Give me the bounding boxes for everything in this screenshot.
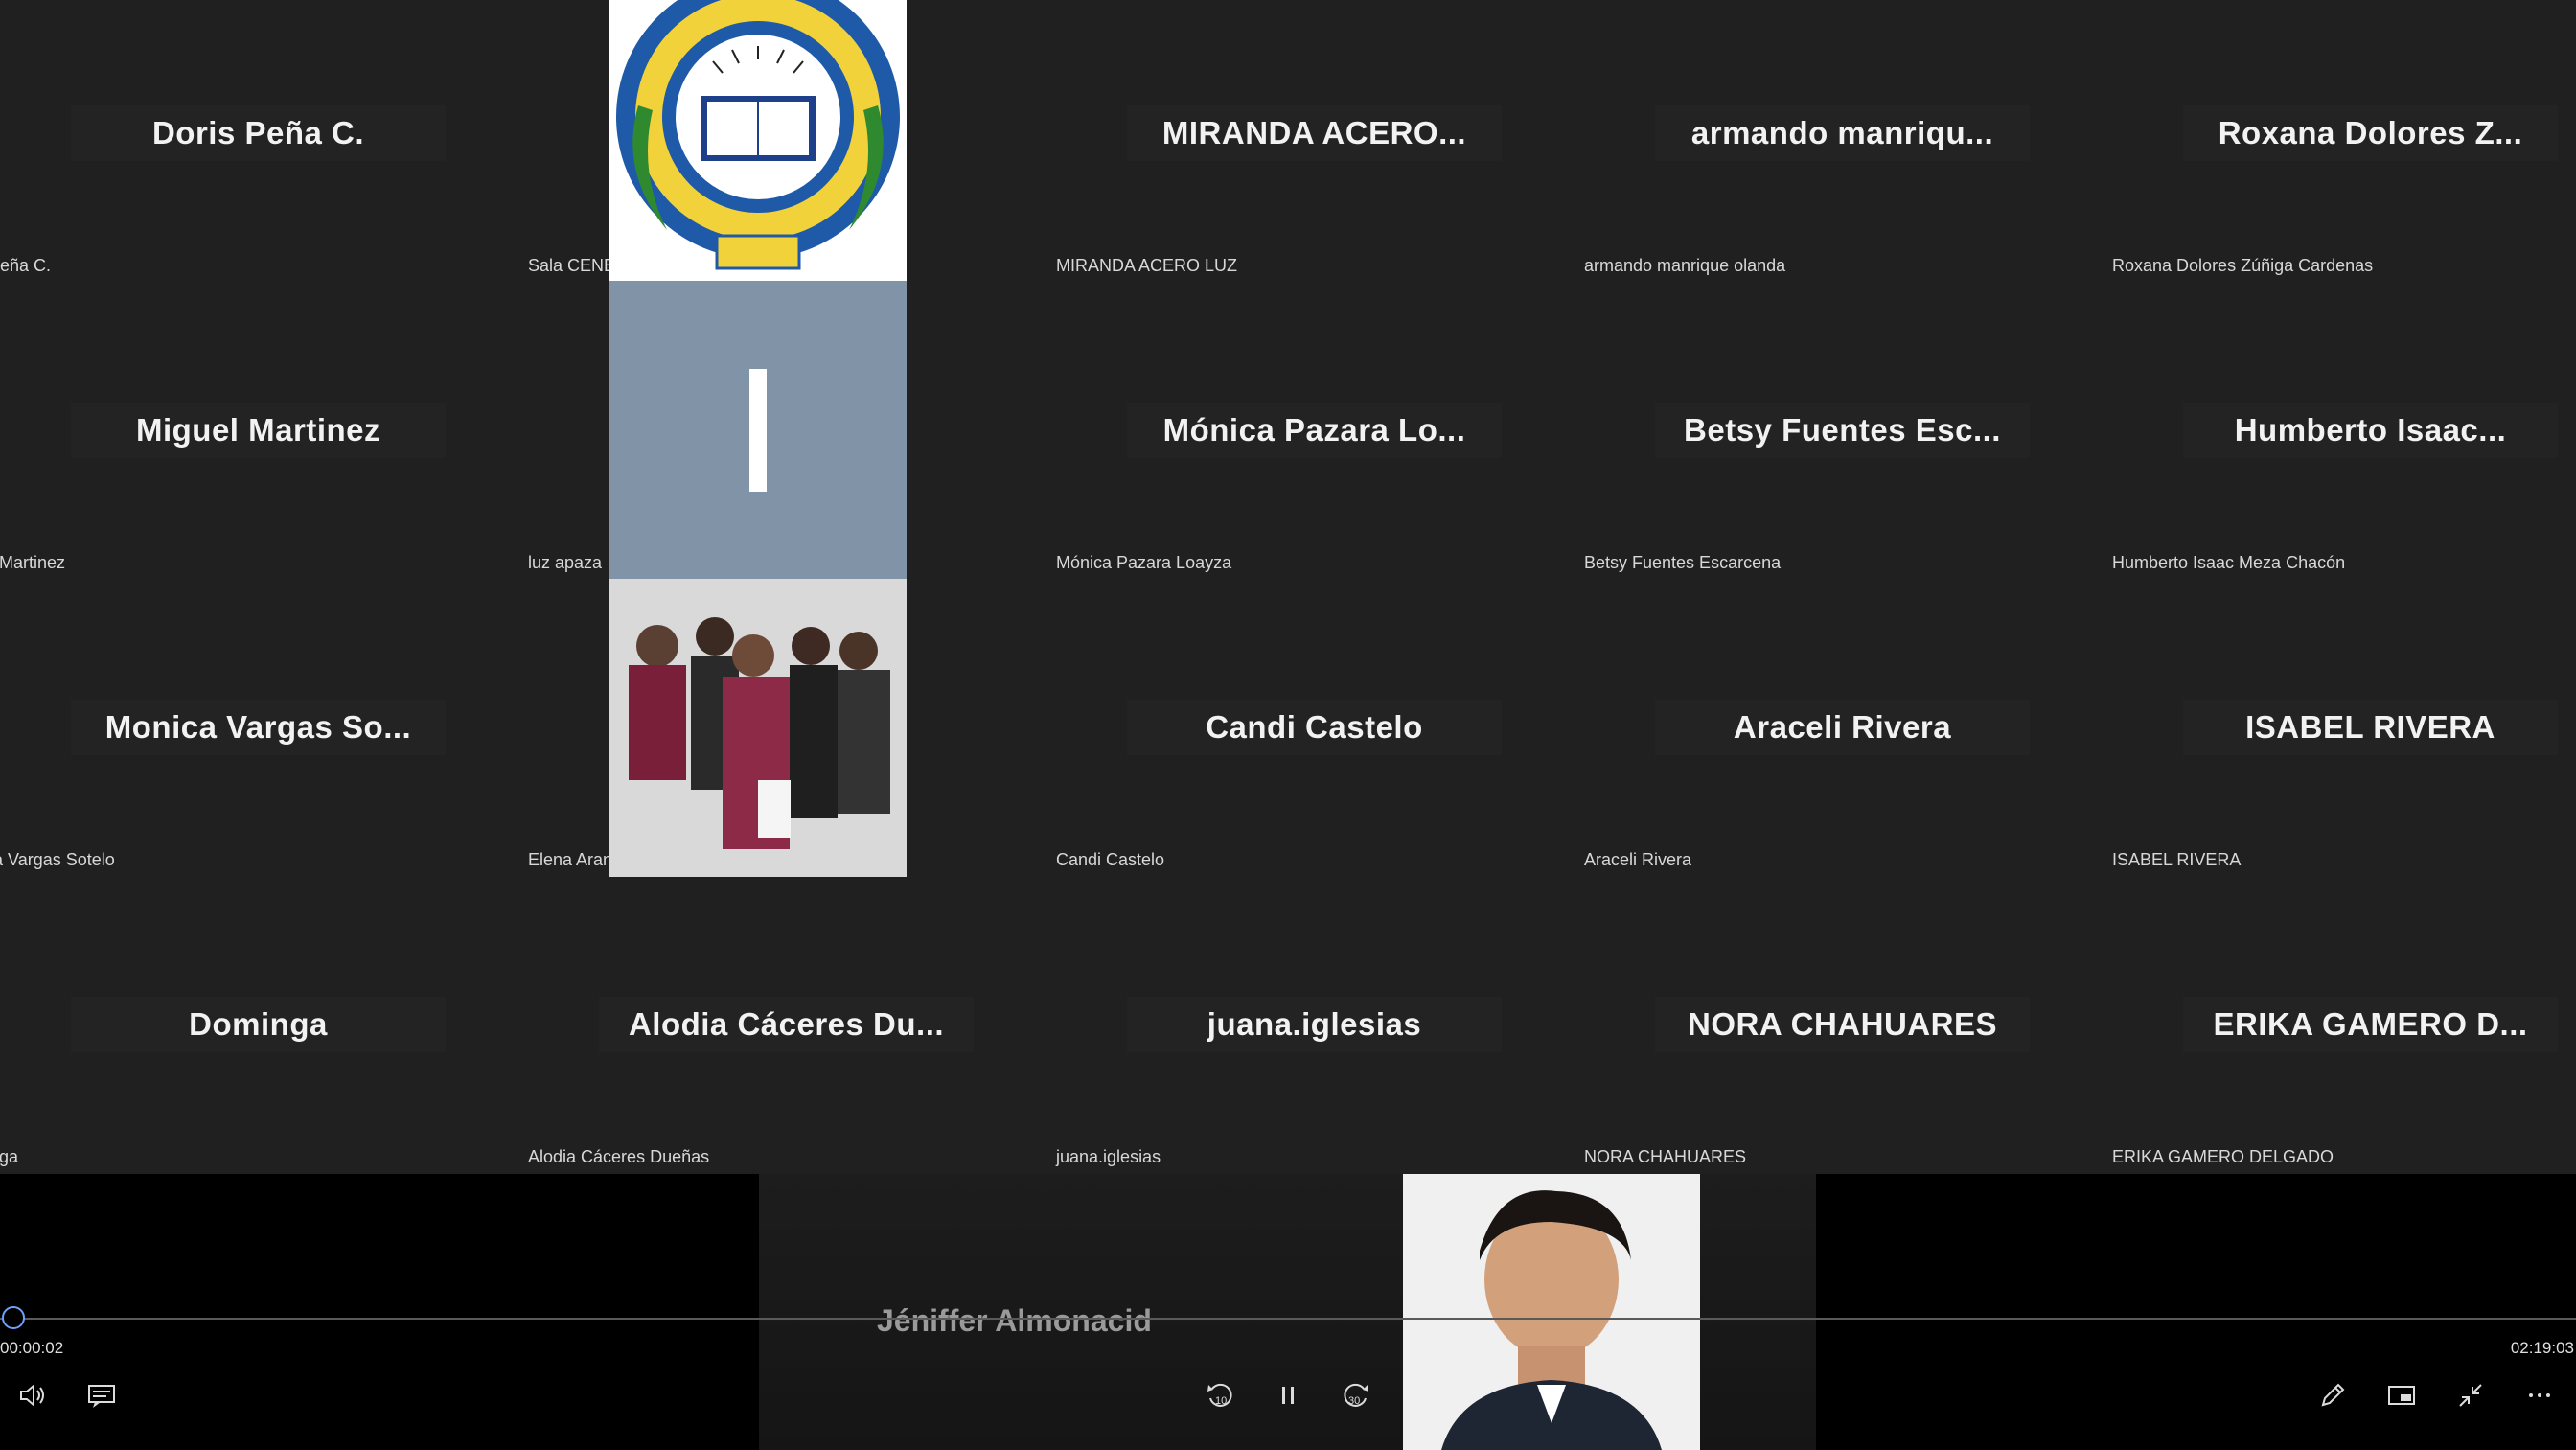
seek-handle[interactable] [2,1306,25,1329]
pause-icon [1282,1387,1294,1404]
participant-label: armando manrique olanda [1584,256,1786,275]
participant-tile[interactable]: Miguel Martinez uel Martinez [0,297,522,594]
participant-tile[interactable]: Mónica Pazara Lo... Mónica Pazara Loayza [1050,297,1578,594]
group-photo-video [610,579,907,877]
participant-display-name: armando manriqu... [1655,105,2030,161]
miniplayer-icon [2388,1386,2415,1405]
participant-tile[interactable]: armando manriqu... armando manrique olan… [1578,0,2106,297]
duration-time: 02:19:03 [2510,1339,2574,1357]
more-options-button[interactable] [2520,1376,2559,1415]
participant-tile[interactable]: Dominga minga [0,891,522,1188]
active-speaker-name: Jéniffer Almonacid [877,1303,1152,1338]
participant-tile[interactable]: Roxana Dolores Z... Roxana Dolores Zúñig… [2106,0,2576,297]
participant-tile[interactable]: Monica Vargas So... nica Vargas Sotelo [0,594,522,891]
participant-label: Mónica Pazara Loayza [1056,553,1232,572]
participant-tile[interactable]: Doris Peña C. is Peña C. [0,0,522,297]
forward-30-icon: 30 [1344,1383,1368,1407]
participant-label: Betsy Fuentes Escarcena [1584,553,1782,572]
participant-tile[interactable]: ERIKA GAMERO D... ERIKA GAMERO DELGADO [2106,891,2576,1188]
participant-tile[interactable]: Alodia Cáceres Du... Alodia Cáceres Dueñ… [522,891,1050,1188]
participant-label: luz apaza [528,553,603,572]
rewind-button[interactable]: 10 [1200,1376,1242,1415]
elapsed-time: 00:00:02 [0,1339,64,1357]
volume-icon [20,1383,44,1408]
participant-label: Araceli Rivera [1584,850,1692,869]
participant-display-name: MIRANDA ACERO... [1127,105,1502,161]
participant-display-name: Candi Castelo [1127,700,1502,755]
pause-button[interactable] [1269,1376,1307,1415]
participant-label: ERIKA GAMERO DELGADO [2112,1147,2334,1166]
participant-tile[interactable]: Humberto Isaac... Humberto Isaac Meza Ch… [2106,297,2576,594]
cenecp-logo-icon [610,0,907,281]
participant-display-name: Roxana Dolores Z... [2183,105,2558,161]
participant-display-name: Humberto Isaac... [2183,403,2558,458]
more-icon [2529,1393,2550,1397]
pencil-icon [2321,1383,2345,1407]
participant-label: MIRANDA ACERO LUZ [1056,256,1238,275]
forward-button[interactable]: 30 [1334,1376,1376,1415]
participant-label: uel Martinez [0,553,66,572]
participant-display-name: Miguel Martinez [71,403,446,458]
rewind-seconds: 10 [1215,1395,1227,1407]
participant-display-name: juana.iglesias [1127,997,1502,1052]
participant-tile[interactable]: MIRANDA ACERO... MIRANDA ACERO LUZ [1050,0,1578,297]
participant-label: Humberto Isaac Meza Chacón [2112,553,2346,572]
forward-seconds: 30 [1348,1395,1360,1407]
collapse-icon [2459,1384,2482,1407]
participant-display-name: Alodia Cáceres Du... [599,997,974,1052]
captions-button[interactable] [82,1376,121,1415]
participant-display-name: ERIKA GAMERO D... [2183,997,2558,1052]
participant-display-name: Betsy Fuentes Esc... [1655,403,2030,458]
participant-tile[interactable]: ISABEL RIVERA ISABEL RIVERA [2106,594,2576,891]
participant-tile[interactable]: NORA CHAHUARES NORA CHAHUARES [1578,891,2106,1188]
participant-display-name: Araceli Rivera [1655,700,2030,755]
group-photo-image [610,579,907,877]
letter-avatar-glyph [749,368,767,492]
participant-display-name: NORA CHAHUARES [1655,997,2030,1052]
edit-button[interactable] [2313,1376,2352,1415]
participant-tile[interactable]: Candi Castelo Candi Castelo [1050,594,1578,891]
participant-label: ISABEL RIVERA [2112,850,2242,869]
cenecp-logo-video [610,0,907,281]
participant-display-name: Monica Vargas So... [71,700,446,755]
participant-label: Alodia Cáceres Dueñas [528,1147,710,1166]
participant-label: Elena Arana [528,850,623,869]
participant-display-name: Dominga [71,997,446,1052]
participant-label: minga [0,1147,19,1166]
participant-label: juana.iglesias [1056,1147,1162,1166]
participant-grid: Doris Peña C. is Peña C. Sala CENECP 01 … [0,0,2576,1188]
meeting-recording-player: Doris Peña C. is Peña C. Sala CENECP 01 … [0,0,2576,1450]
exit-fullscreen-button[interactable] [2451,1376,2490,1415]
participant-display-name: Doris Peña C. [71,105,446,161]
participant-label: Candi Castelo [1056,850,1165,869]
captions-icon [88,1385,115,1408]
speaker-portrait [1403,1174,1700,1450]
participant-label: NORA CHAHUARES [1584,1147,1747,1166]
volume-button[interactable] [13,1376,52,1415]
participant-tile[interactable]: Araceli Rivera Araceli Rivera [1578,594,2106,891]
person-portrait-image [1403,1174,1700,1450]
participant-display-name: ISABEL RIVERA [2183,700,2558,755]
letter-avatar [610,281,907,579]
participant-label: is Peña C. [0,256,52,275]
miniplayer-button[interactable] [2382,1376,2421,1415]
participant-label: nica Vargas Sotelo [0,850,115,869]
participant-label: Roxana Dolores Zúñiga Cardenas [2112,256,2374,275]
media-column [610,0,907,877]
participant-display-name: Mónica Pazara Lo... [1127,403,1502,458]
participant-tile[interactable]: juana.iglesias juana.iglesias [1050,891,1578,1188]
participant-tile[interactable]: Betsy Fuentes Esc... Betsy Fuentes Escar… [1578,297,2106,594]
seek-bar[interactable] [0,1318,2576,1320]
rewind-10-icon: 10 [1208,1383,1232,1407]
